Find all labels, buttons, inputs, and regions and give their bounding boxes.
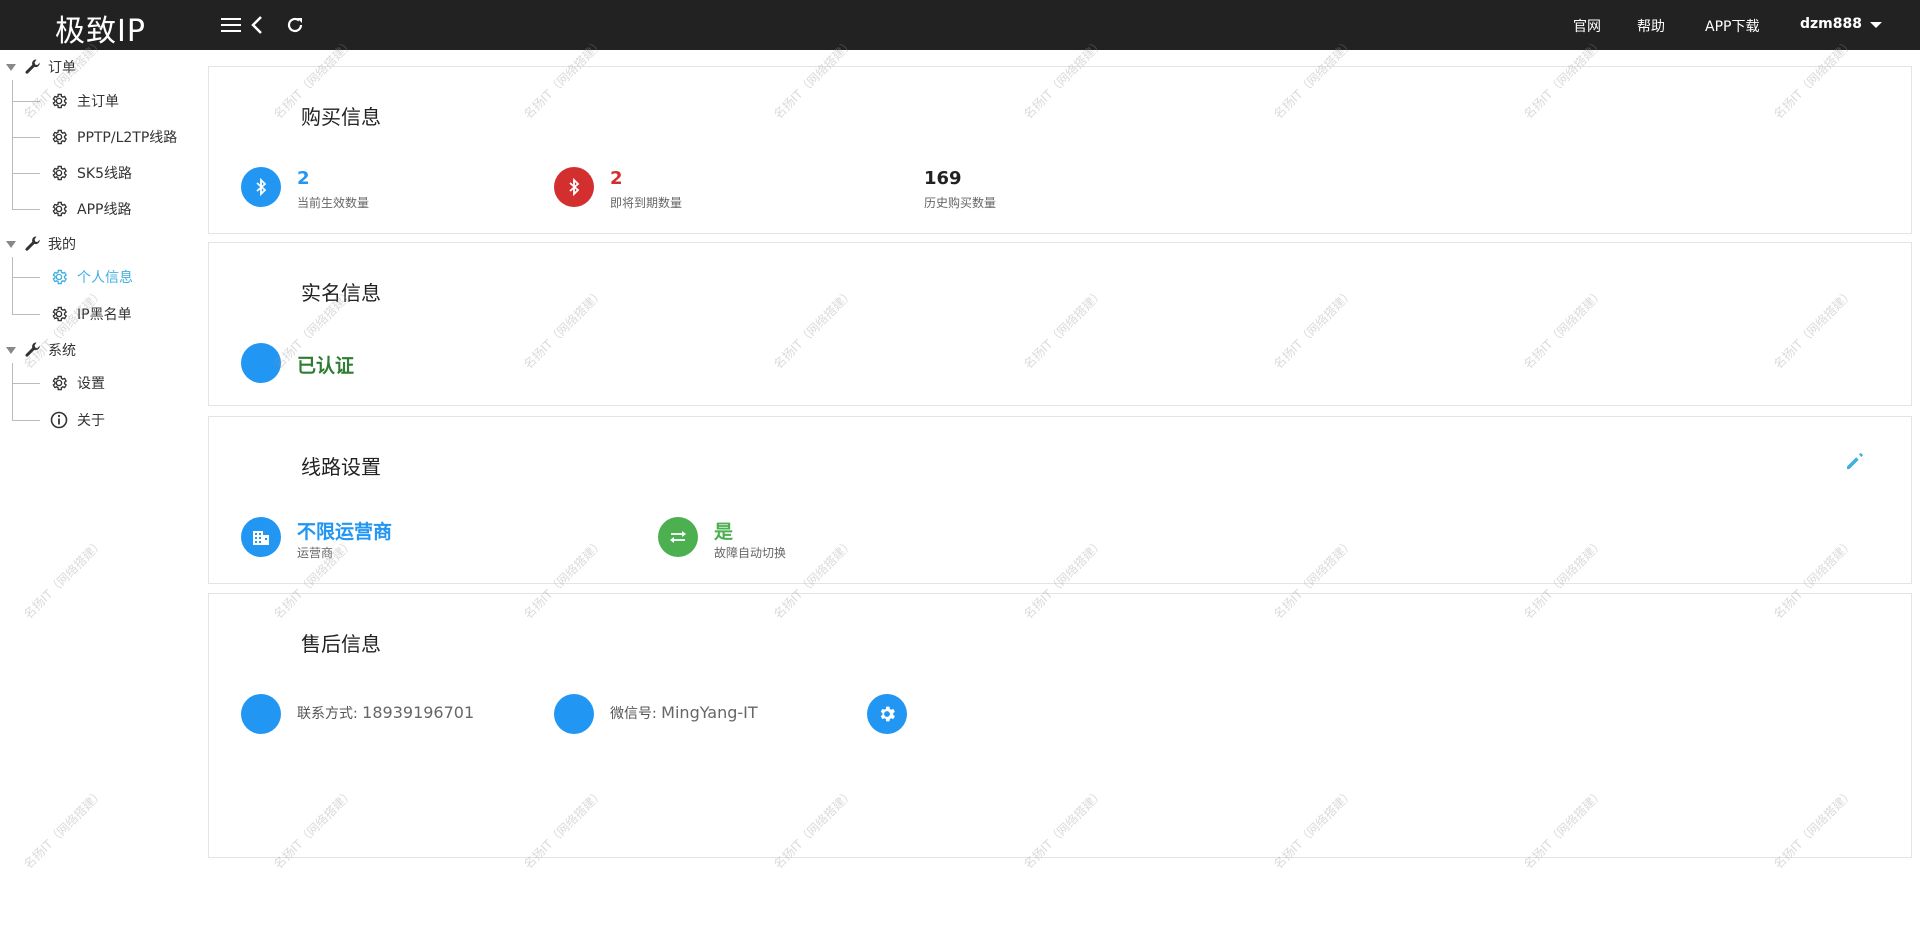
sidebar-item-about[interactable]: 关于: [12, 408, 105, 432]
sidebar-item-label: 设置: [77, 376, 105, 392]
sidebar-item-label: IP黑名单: [77, 307, 132, 323]
sidebar-item-label: 关于: [77, 413, 105, 429]
tree-group-orders[interactable]: 订单: [6, 56, 76, 78]
settings-gear-button[interactable]: [867, 694, 907, 734]
building-icon: [241, 517, 281, 557]
caret-down-icon[interactable]: [1863, 12, 1889, 38]
bluetooth-icon: [241, 167, 281, 207]
gear-icon: [52, 269, 68, 285]
gear-icon: [52, 165, 68, 181]
tree-group-label: 我的: [48, 237, 76, 253]
tree-group-label: 订单: [48, 60, 76, 76]
sidebar-item-label: 主订单: [77, 94, 119, 110]
contact-phone: 联系方式: 18939196701: [297, 703, 474, 723]
gear-icon: [52, 306, 68, 322]
wrench-icon: [25, 59, 40, 74]
sidebar-item-settings[interactable]: 设置: [12, 371, 105, 395]
nav-official-site[interactable]: 官网: [1573, 16, 1601, 36]
verified-avatar: [241, 343, 281, 383]
sidebar-item-label: SK5线路: [77, 166, 132, 182]
sidebar-item-label: PPTP/L2TP线路: [77, 130, 178, 146]
wechat-avatar: [554, 694, 594, 734]
card-title: 实名信息: [301, 281, 381, 305]
contact-wechat: 微信号: MingYang-IT: [610, 703, 758, 723]
carrier-label: 运营商: [297, 546, 334, 560]
user-menu[interactable]: dzm888: [1800, 16, 1862, 32]
bluetooth-icon: [554, 167, 594, 207]
contact-phone-label: 联系方式:: [297, 706, 363, 722]
contact-wechat-id: MingYang-IT: [661, 703, 758, 722]
realname-info-card: 实名信息 已认证: [208, 242, 1912, 406]
nav-help[interactable]: 帮助: [1637, 16, 1665, 36]
phone-avatar: [241, 694, 281, 734]
sidebar-item-label: APP线路: [77, 202, 132, 218]
tree-group-mine[interactable]: 我的: [6, 233, 76, 255]
top-bar: 极致IP 官网 帮助 APP下载 dzm888: [0, 0, 1920, 50]
line-settings-card: 线路设置 不限运营商 运营商 是 故障自动切换: [208, 416, 1912, 584]
sidebar-item-profile[interactable]: 个人信息: [12, 265, 133, 289]
expiring-count-label: 即将到期数量: [610, 196, 683, 210]
gear-icon: [52, 129, 68, 145]
nav-app-download[interactable]: APP下载: [1705, 16, 1759, 36]
sidebar-item-app-line[interactable]: APP线路: [12, 197, 131, 221]
expand-caret-icon[interactable]: [6, 63, 16, 71]
carrier-value: 不限运营商: [297, 521, 393, 543]
info-icon: [50, 411, 68, 429]
wrench-icon: [25, 342, 40, 357]
back-icon[interactable]: [244, 12, 270, 38]
wrench-icon: [25, 236, 40, 251]
tree-group-label: 系统: [48, 343, 76, 359]
sidebar-item-ip-blacklist[interactable]: IP黑名单: [12, 302, 132, 326]
sidebar-item-sk5[interactable]: SK5线路: [12, 161, 132, 185]
edit-pencil-icon[interactable]: [1845, 451, 1865, 475]
expand-caret-icon[interactable]: [6, 346, 16, 354]
menu-icon[interactable]: [218, 12, 244, 38]
sidebar-item-pptp-l2tp[interactable]: PPTP/L2TP线路: [12, 125, 177, 149]
history-count: 169: [924, 168, 962, 189]
sidebar-item-label: 个人信息: [77, 270, 133, 286]
failover-label: 故障自动切换: [714, 546, 787, 560]
history-count-label: 历史购买数量: [924, 196, 997, 210]
expand-caret-icon[interactable]: [6, 240, 16, 248]
gear-icon: [52, 93, 68, 109]
card-title: 购买信息: [301, 105, 381, 129]
failover-value: 是: [714, 521, 734, 543]
sidebar-item-main-order[interactable]: 主订单: [12, 89, 119, 113]
gear-icon: [52, 375, 68, 391]
tree-group-system[interactable]: 系统: [6, 339, 76, 361]
active-count-label: 当前生效数量: [297, 196, 370, 210]
active-count: 2: [297, 168, 310, 189]
gear-icon: [52, 201, 68, 217]
contact-wechat-label: 微信号:: [610, 706, 662, 722]
card-title: 售后信息: [301, 632, 381, 656]
contact-phone-number: 18939196701: [362, 703, 475, 722]
expiring-count: 2: [610, 168, 623, 189]
swap-arrows-icon: [658, 517, 698, 557]
verification-status: 已认证: [297, 355, 355, 377]
brand-logo[interactable]: 极致IP: [55, 6, 146, 50]
card-title: 线路设置: [301, 455, 381, 479]
refresh-icon[interactable]: [282, 12, 308, 38]
sidebar: 订单 主订单 PPTP/L2TP线路 SK5线路 APP线路 我的 个人信息 I…: [0, 50, 205, 926]
aftersales-info-card: 售后信息 联系方式: 18939196701 微信号: MingYang-IT: [208, 593, 1912, 858]
purchase-info-card: 购买信息 2 当前生效数量 2 即将到期数量 169 历史购买数量: [208, 66, 1912, 234]
